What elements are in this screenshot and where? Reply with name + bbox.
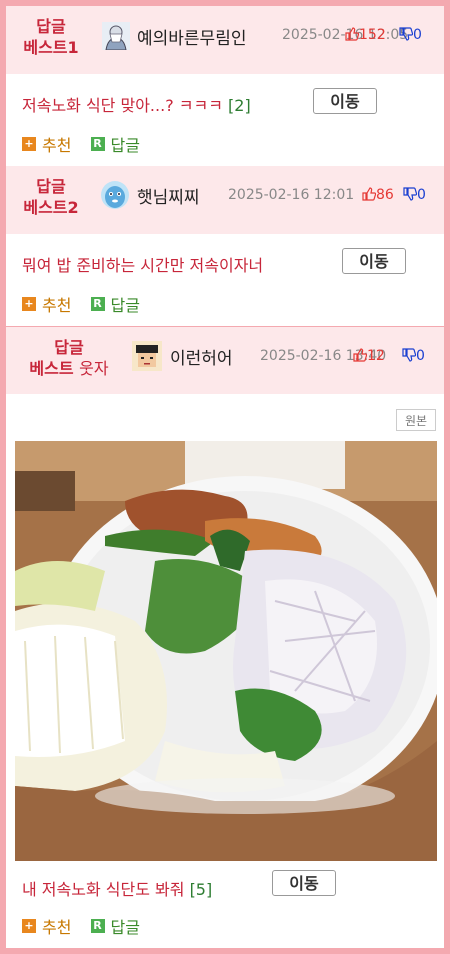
post-header-3: 답글 베스트 웃자 이런허어 2025-02-16 13:40 12 0	[6, 327, 444, 394]
nickname[interactable]: 예의바른무림인	[137, 24, 246, 49]
nickname[interactable]: 이런허어	[170, 344, 233, 369]
thumbs-up-icon	[362, 187, 376, 201]
original-image-button[interactable]: 원본	[396, 409, 436, 431]
plus-icon: +	[22, 137, 36, 151]
recommend-button[interactable]: + 추천	[22, 914, 71, 938]
comment-count: [5]	[189, 880, 213, 899]
reply-button[interactable]: R 답글	[90, 292, 140, 316]
reply-button[interactable]: R 답글	[90, 914, 140, 938]
post-actions-3: + 추천 R 답글	[22, 914, 154, 938]
comment-count: [2]	[228, 96, 251, 115]
rank-number: 베스트2	[23, 198, 79, 217]
downvote-count: 0	[403, 187, 426, 203]
move-button-2[interactable]: 이동	[342, 248, 406, 274]
post-header-1: 답글 베스트1 예의바른무림인 2025-02-16 12:05 152 0	[6, 6, 444, 74]
move-button-3[interactable]: 이동	[272, 870, 336, 896]
downvote-count: 0	[402, 348, 425, 364]
move-button-1[interactable]: 이동	[313, 88, 377, 114]
rank-badge-3: 답글 베스트 웃자	[6, 337, 132, 379]
category-tag: 웃자	[79, 359, 109, 378]
avatar-icon[interactable]	[132, 341, 162, 371]
downvote-count: 0	[399, 27, 422, 43]
rank-number: 베스트1	[23, 38, 79, 57]
thumbs-up-icon	[345, 27, 359, 41]
recommend-button[interactable]: + 추천	[22, 292, 71, 316]
thumbs-up-icon	[353, 348, 367, 362]
reply-button[interactable]: R 답글	[90, 132, 140, 156]
post-actions-1: + 추천 R 답글	[22, 132, 154, 156]
post-actions-2: + 추천 R 답글	[22, 292, 154, 316]
post-title-1[interactable]: 저속노화 식단 맞아...? ㅋㅋㅋ [2]	[22, 92, 251, 116]
rank-label: 답글	[54, 338, 84, 357]
rank-badge-1: 답글 베스트1	[6, 16, 96, 58]
upvote-count: 86	[362, 187, 394, 203]
upvote-count: 152	[345, 27, 386, 43]
nickname[interactable]: 햇님찌찌	[137, 183, 200, 208]
rank-badge-2: 답글 베스트2	[6, 176, 96, 218]
rank-label: 답글	[36, 177, 66, 196]
post-date: 2025-02-16 12:01	[228, 187, 355, 203]
avatar-icon[interactable]	[102, 22, 130, 50]
upvote-count: 12	[353, 348, 385, 364]
thumbs-down-icon	[402, 348, 416, 362]
food-photo[interactable]	[15, 441, 437, 861]
plus-icon: +	[22, 297, 36, 311]
reply-icon: R	[90, 297, 105, 311]
thumbs-down-icon	[403, 187, 417, 201]
plus-icon: +	[22, 919, 36, 933]
post-title-3[interactable]: 내 저속노화 식단도 봐줘 [5]	[22, 876, 212, 900]
avatar-icon[interactable]	[100, 180, 130, 210]
post-title-2[interactable]: 뭐여 밥 준비하는 시간만 저속이자너	[22, 252, 263, 276]
rank-label: 답글	[36, 17, 66, 36]
recommend-button[interactable]: + 추천	[22, 132, 71, 156]
reply-icon: R	[90, 919, 105, 933]
thumbs-down-icon	[399, 27, 413, 41]
reply-icon: R	[90, 137, 105, 151]
rank-number: 베스트 웃자	[29, 359, 109, 378]
post-header-2: 답글 베스트2 햇님찌찌 2025-02-16 12:01 86 0	[6, 166, 444, 234]
